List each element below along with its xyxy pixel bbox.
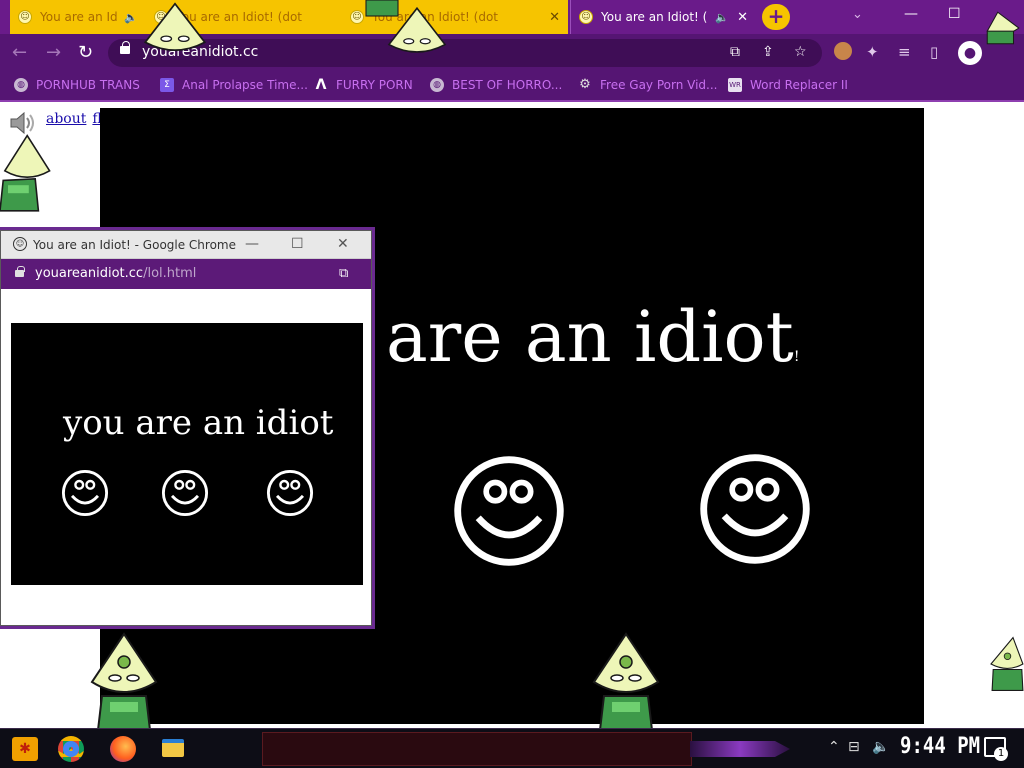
- firefox-icon[interactable]: [110, 736, 136, 762]
- chrome-icon[interactable]: [58, 736, 84, 762]
- chevron-up-icon[interactable]: ⌃: [828, 739, 840, 755]
- bookmark-5[interactable]: ⚙ Free Gay Porn Vid...: [578, 77, 718, 93]
- taskbar: ✱ ⌃ ⊟ 🔈 9:44 PM 1: [0, 728, 1024, 768]
- peridot-sprite: [90, 632, 158, 731]
- peridot-sprite: [143, 2, 207, 51]
- popup-window[interactable]: ☺ You are an Idiot! - Google Chrome — ☐ …: [0, 230, 372, 626]
- bookmark-label: PORNHUB TRANS: [36, 78, 140, 92]
- page-headline: are an idiot!: [386, 296, 799, 378]
- popup-blocked-icon[interactable]: ⧉: [339, 266, 348, 281]
- volume-icon[interactable]: 🔈: [872, 739, 889, 755]
- maximize-icon[interactable]: ☐: [948, 6, 961, 22]
- smiley-icon: [266, 469, 314, 517]
- browser-tab-4[interactable]: ☺ You are an Idiot! ( 🔈 ✕: [570, 0, 756, 34]
- peridot-sprite: [592, 632, 660, 731]
- bookmark-label: BEST OF HORRO...: [452, 78, 563, 92]
- bookmark-star-icon[interactable]: ☆: [794, 44, 807, 60]
- wr-icon: WR: [728, 78, 742, 92]
- lock-icon: [15, 266, 25, 277]
- browser-tab-1[interactable]: ☺ You are an Idiot! 🔈: [10, 0, 146, 34]
- smiley-icon: ☺: [579, 10, 593, 24]
- file-explorer-icon[interactable]: [162, 739, 184, 757]
- popup-blocked-icon[interactable]: ⧉: [730, 44, 740, 60]
- taskbar-ribbon: [690, 741, 790, 757]
- bookmark-1[interactable]: ◍ PORNHUB TRANS: [14, 78, 140, 92]
- popup-address-bar[interactable]: youareanidiot.cc/lol.html ⧉: [1, 259, 371, 289]
- smiley-icon: ☺: [13, 237, 27, 251]
- address-bar[interactable]: youareanidiot.cc ⧉ ⇪ ☆: [108, 39, 822, 67]
- globe-icon: ◍: [14, 78, 28, 92]
- bookmark-label: FURRY PORN: [336, 78, 413, 92]
- speaker-icon[interactable]: 🔈: [124, 11, 138, 24]
- bookmark-label: Anal Prolapse Time...: [182, 78, 308, 92]
- extension-avatar-icon[interactable]: [834, 42, 852, 60]
- tab-search-icon[interactable]: ⌄: [852, 7, 863, 22]
- tab-close-icon[interactable]: ✕: [549, 10, 560, 25]
- smiley-icon: ☺: [18, 10, 32, 24]
- peridot-sprite: [0, 134, 51, 212]
- bookmark-3[interactable]: Λ FURRY PORN: [314, 78, 413, 92]
- forward-icon[interactable]: →: [46, 42, 61, 63]
- media-queue-icon[interactable]: ≡: [898, 43, 911, 61]
- popup-title: You are an Idiot! - Google Chrome: [33, 238, 236, 252]
- tab-close-icon[interactable]: ✕: [737, 10, 748, 25]
- arrow-logo-icon: Λ: [315, 77, 327, 93]
- smiley-icon: [700, 454, 810, 564]
- smiley-icon: [454, 456, 564, 566]
- popup-idiot-stage: you are an idiot: [11, 323, 363, 585]
- bookmark-4[interactable]: ◍ BEST OF HORRO...: [430, 78, 562, 92]
- puzzle-icon[interactable]: ✦: [866, 43, 879, 61]
- peridot-sprite: [990, 636, 1024, 691]
- tab-title: You are an Idiot!: [40, 10, 118, 24]
- bookmark-label: Word Replacer II: [750, 78, 848, 92]
- taskbar-window-preview[interactable]: [262, 732, 692, 766]
- globe-icon: ◍: [430, 78, 444, 92]
- speaker-icon[interactable]: 🔈: [715, 11, 729, 24]
- tab-title: You are an Idiot! (: [601, 10, 708, 24]
- profile-icon[interactable]: ●: [958, 41, 982, 65]
- taskbar-clock[interactable]: 9:44 PM: [900, 733, 980, 758]
- smiley-icon: [61, 469, 109, 517]
- popup-url-domain: youareanidiot.cc: [35, 266, 144, 281]
- bookmark-2[interactable]: Σ Anal Prolapse Time...: [160, 78, 308, 92]
- popup-url-path: /lol.html: [143, 266, 197, 281]
- peridot-sprite: [387, 6, 447, 53]
- headline-trailing: !: [793, 349, 800, 365]
- bookmarks-bar: ◍ PORNHUB TRANS Σ Anal Prolapse Time... …: [0, 72, 1024, 102]
- peridot-sprite: [986, 11, 1020, 45]
- side-panel-icon[interactable]: ▯: [930, 43, 938, 61]
- smiley-icon: [161, 469, 209, 517]
- maximize-icon[interactable]: ☐: [291, 236, 304, 252]
- close-icon[interactable]: ✕: [337, 236, 349, 252]
- bracket-icon: Σ: [160, 78, 174, 92]
- popup-title-bar[interactable]: ☺ You are an Idiot! - Google Chrome — ☐ …: [1, 231, 371, 259]
- back-icon[interactable]: ←: [12, 42, 27, 63]
- bookmark-6[interactable]: WR Word Replacer II: [728, 78, 848, 92]
- minimize-icon[interactable]: —: [245, 236, 259, 252]
- new-tab-button[interactable]: +: [762, 4, 790, 30]
- headline-text: are an idiot: [386, 296, 794, 378]
- minimize-icon[interactable]: —: [904, 6, 918, 22]
- start-button[interactable]: ✱: [12, 737, 38, 761]
- share-icon[interactable]: ⇪: [762, 44, 774, 60]
- gear-icon: ⚙: [579, 77, 591, 92]
- notification-count: 1: [994, 747, 1008, 761]
- reload-icon[interactable]: ↻: [78, 42, 93, 63]
- network-icon[interactable]: ⊟: [848, 739, 860, 755]
- bookmark-label: Free Gay Porn Vid...: [600, 78, 718, 92]
- about-link[interactable]: about: [46, 111, 86, 127]
- popup-url[interactable]: youareanidiot.cc/lol.html: [35, 266, 196, 281]
- lock-icon[interactable]: [120, 41, 130, 54]
- popup-headline: you are an idiot: [63, 403, 334, 443]
